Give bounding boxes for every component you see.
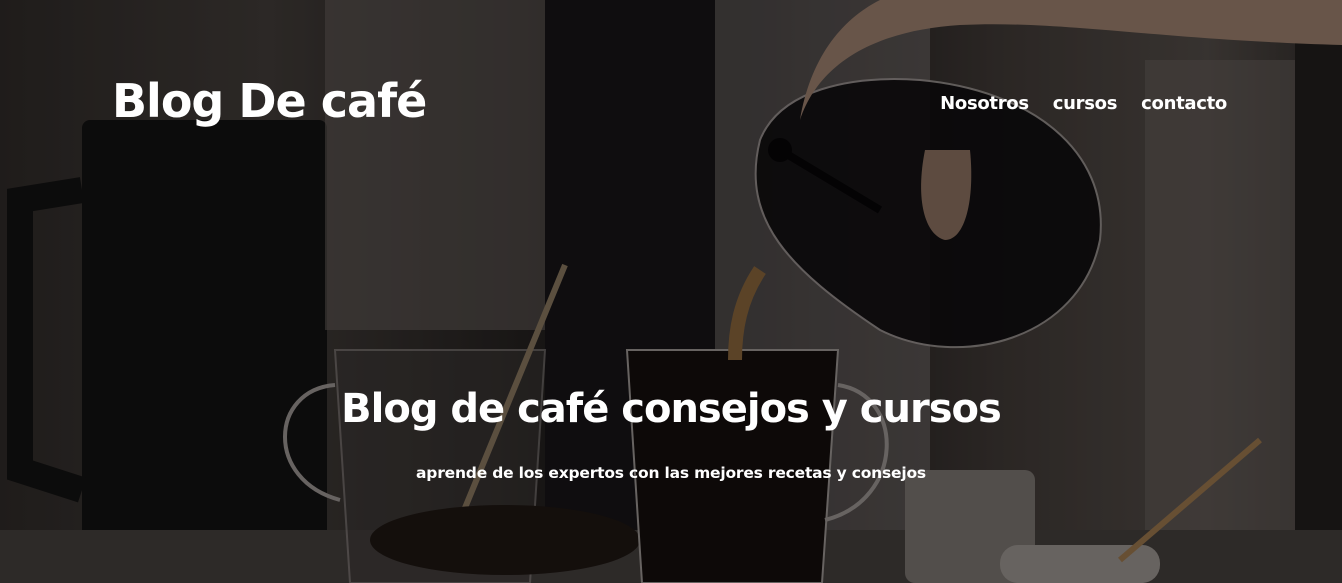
hero-section: Blog De café Nosotros cursos contacto Bl… bbox=[0, 0, 1342, 583]
hero-subtitle: aprende de los expertos con las mejores … bbox=[416, 464, 926, 482]
main-nav: Nosotros cursos contacto bbox=[940, 93, 1227, 114]
nav-link-contacto[interactable]: contacto bbox=[1141, 93, 1227, 114]
hero-content: Blog de café consejos y cursos aprende d… bbox=[0, 386, 1342, 482]
nav-link-nosotros[interactable]: Nosotros bbox=[940, 93, 1029, 114]
hero-title: Blog de café consejos y cursos bbox=[341, 386, 1002, 432]
site-logo[interactable]: Blog De café bbox=[112, 74, 427, 129]
site-header: Blog De café Nosotros cursos contacto bbox=[0, 0, 1342, 200]
nav-link-cursos[interactable]: cursos bbox=[1053, 93, 1118, 114]
